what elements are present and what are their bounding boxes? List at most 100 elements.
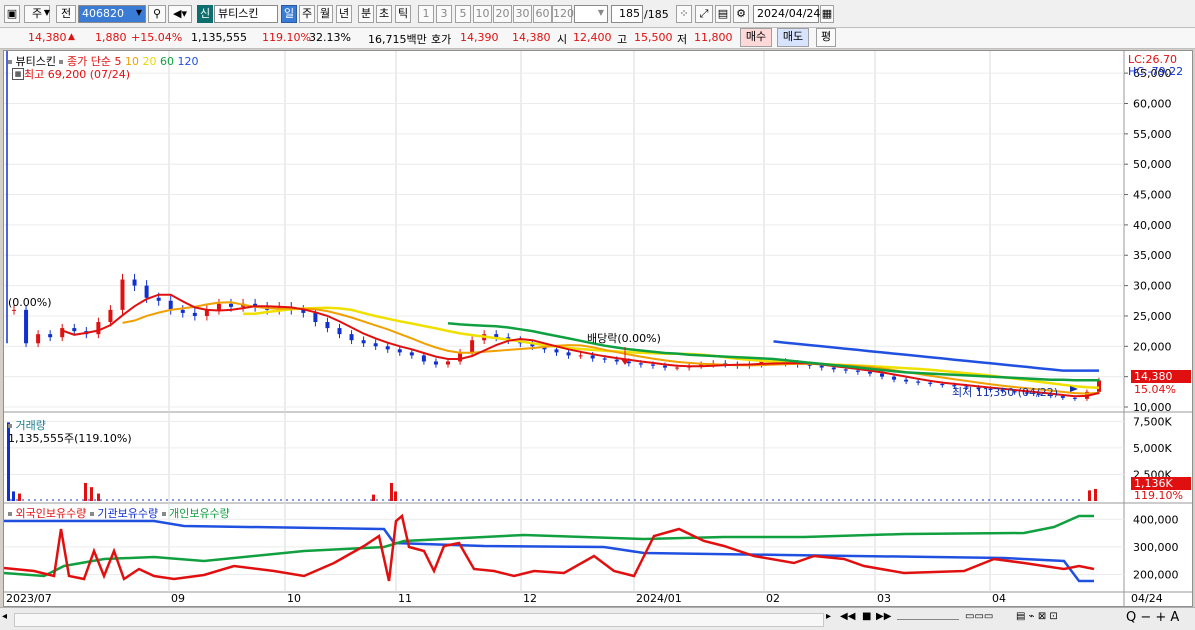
turnover-rate: 32.13% — [309, 31, 351, 44]
ma60-line — [447, 321, 1099, 382]
period-minute-button[interactable]: 분 — [358, 5, 374, 23]
scroll-left-icon[interactable]: ◂ — [2, 611, 7, 622]
market-type-button[interactable]: 전 — [56, 5, 76, 23]
play-icon[interactable]: ▶▶ — [876, 611, 891, 622]
chevron-down-icon[interactable]: ▼ — [42, 5, 52, 23]
current-price-tag: 14,380 — [1131, 370, 1191, 383]
candle-body — [590, 355, 595, 359]
max-price-label: 최고 69,200 (07/24) — [24, 68, 131, 81]
zoom-slider[interactable] — [897, 619, 959, 620]
legend-marker-icon — [8, 60, 12, 64]
holding-legend: 외국인보유수량 기관보유수량 개인보유수량 — [8, 505, 230, 521]
buy-button[interactable]: 매수 — [740, 28, 772, 47]
period-year-button[interactable]: 년 — [336, 5, 352, 23]
period-week-button[interactable]: 주 — [299, 5, 315, 23]
price-tick-label: 40,000 — [1133, 219, 1172, 232]
sound-icon[interactable]: ◀▾ — [168, 5, 192, 23]
x-tick-label: 02 — [766, 592, 780, 605]
period-month-button[interactable]: 월 — [317, 5, 333, 23]
low-price: 11,800 — [694, 31, 733, 44]
draw-tool-icon[interactable]: ⤢ — [695, 5, 713, 23]
volume-bar — [1094, 488, 1097, 501]
crosshair-icon[interactable]: ⁘ — [676, 5, 692, 23]
stock-chart-svg[interactable]: 2023/07 09 10 11 12 2024/01 02 03 04 04/2465,0006… — [4, 51, 1192, 606]
interval-20-button[interactable]: 20 — [493, 5, 512, 23]
candle-body — [361, 340, 366, 344]
calendar-icon[interactable]: ▦ — [820, 5, 834, 23]
candle-body — [904, 379, 909, 382]
price-tick-label: 35,000 — [1133, 249, 1172, 262]
rewind-icon[interactable]: ◀◀ — [840, 611, 855, 622]
candle-body — [36, 334, 41, 344]
period-tick-button[interactable]: 틱 — [395, 5, 411, 23]
candle-body — [409, 352, 414, 356]
quote-bar: 14,380 ▲ 1,880 +15.04% 1,135,555 119.10%… — [0, 28, 1195, 49]
candle-body — [602, 358, 607, 360]
legend-individual: 개인보유수량 — [169, 507, 230, 520]
high-label: 고 — [617, 33, 628, 46]
save-icon[interactable]: ▤ — [715, 5, 731, 23]
zoom-controls[interactable]: Q − + A — [1126, 610, 1179, 625]
stop-icon[interactable]: ■ — [862, 611, 871, 622]
x-tick-label: 10 — [287, 592, 301, 605]
price-tick-label: 20,000 — [1133, 340, 1172, 353]
interval-10-button[interactable]: 10 — [473, 5, 492, 23]
scroll-track[interactable] — [14, 613, 824, 627]
bottom-scrollbar[interactable]: ◂ ▸ ◀◀ ■ ▶▶ ▭▭▭ ▤ ⌁ ⊠ ⊡ Q − + A — [0, 607, 1195, 630]
period-second-button[interactable]: 초 — [376, 5, 392, 23]
legend-marker-icon — [8, 424, 12, 428]
x-tick-label: 11 — [398, 592, 412, 605]
candle-body — [385, 346, 390, 350]
dividend-label: 배당락(0.00%) — [587, 332, 661, 345]
candle-body — [843, 369, 848, 371]
chart-area[interactable]: 2023/07 09 10 11 12 2024/01 02 03 04 04/24 65,000 6… — [3, 50, 1193, 607]
interval-5-button[interactable]: 5 — [455, 5, 471, 23]
gear-icon[interactable]: ⚙ — [733, 5, 749, 23]
volume-tick-label: 7,500K — [1133, 415, 1172, 428]
low-label: 저 — [677, 33, 688, 46]
volume-tick-label: 5,000K — [1133, 442, 1172, 455]
period-day-button[interactable]: 일 — [281, 5, 297, 23]
candle-body — [928, 382, 933, 384]
tool-icons[interactable]: ▤ ⌁ ⊠ ⊡ — [1016, 611, 1058, 622]
x-tick-label: 2024/01 — [636, 592, 682, 605]
interval-3-button[interactable]: 3 — [436, 5, 452, 23]
candle-body — [433, 361, 438, 365]
date-input[interactable]: 2024/04/24 — [753, 5, 820, 23]
open-label: 시 — [557, 33, 568, 46]
chart-type-icon[interactable]: ▦ — [12, 68, 24, 80]
foreign-holding-line — [4, 513, 1095, 582]
price-change: 1,880 — [95, 31, 127, 44]
bid-price: 14,380 — [512, 31, 551, 44]
candle-body — [1060, 396, 1065, 398]
candle-body — [470, 340, 475, 353]
count-input[interactable]: 185 — [611, 5, 643, 23]
interval-dropdown-icon[interactable]: ▼ — [594, 5, 608, 23]
holding-tick-label: 200,000 — [1133, 568, 1179, 581]
price-tick-label: 45,000 — [1133, 189, 1172, 202]
candle-body — [325, 322, 330, 329]
candle-body — [168, 300, 173, 310]
candle-body — [229, 303, 233, 307]
interval-120-button[interactable]: 120 — [552, 5, 574, 23]
price-tick-label: 25,000 — [1133, 310, 1172, 323]
evaluate-button[interactable]: 평 — [816, 28, 836, 47]
candle-body — [421, 355, 426, 362]
candle-body — [373, 343, 378, 347]
sell-button[interactable]: 매도 — [777, 28, 809, 47]
interval-1-button[interactable]: 1 — [418, 5, 434, 23]
interval-30-button[interactable]: 30 — [513, 5, 532, 23]
price-tick-label: 55,000 — [1133, 128, 1172, 141]
x-tick-label: 2023/07 — [6, 592, 52, 605]
interval-60-button[interactable]: 60 — [533, 5, 552, 23]
search-icon[interactable]: ⚲ — [148, 5, 166, 23]
volume-value: 1,135,555 — [191, 31, 247, 44]
price-tick-label: 10,000 — [1133, 401, 1172, 414]
layout-icon[interactable]: ▭▭▭ — [965, 611, 993, 622]
candle-body — [48, 334, 53, 338]
current-pct-tag: 15.04% — [1134, 383, 1176, 396]
scroll-right-icon[interactable]: ▸ — [826, 611, 831, 622]
code-dropdown-icon[interactable]: ▼ — [132, 5, 146, 23]
candle-body — [108, 309, 113, 323]
window-menu-icon[interactable]: ▣ — [4, 5, 20, 23]
